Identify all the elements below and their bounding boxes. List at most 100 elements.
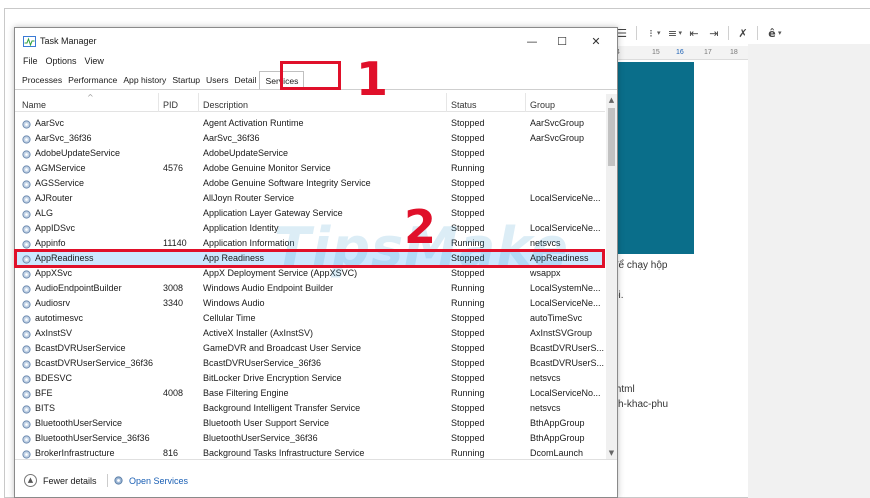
service-gear-icon (22, 270, 31, 279)
title-bar[interactable]: Task Manager — ☐ ✕ (15, 28, 617, 54)
table-row[interactable]: BluetoothUserService_36f36 BluetoothUserS… (15, 432, 605, 447)
table-row[interactable]: AarSvc_36f36 AarSvc_36f36 Stopped AarSvcGro… (15, 132, 605, 147)
services-gear-icon[interactable] (113, 475, 124, 486)
service-gear-icon (22, 330, 31, 339)
service-gear-icon (22, 180, 31, 189)
service-name: AGSService (35, 178, 85, 188)
service-status: Stopped (451, 343, 485, 353)
chevron-down-icon[interactable]: ▾ (657, 29, 661, 37)
scrollbar-thumb[interactable] (608, 108, 615, 166)
service-pid: 3008 (163, 283, 184, 293)
scroll-down-icon[interactable]: ▼ (606, 447, 617, 459)
service-name: AGMService (35, 163, 86, 173)
service-status: Stopped (451, 373, 485, 383)
service-name: AarSvc_36f36 (35, 133, 92, 143)
service-gear-icon (22, 135, 31, 144)
vertical-scrollbar[interactable]: ▲ ▼ (606, 94, 617, 459)
service-gear-icon (22, 420, 31, 429)
table-row[interactable]: AarSvc Agent Activation Runtime Stopped Aar… (15, 117, 605, 132)
chevron-down-icon[interactable]: ▾ (778, 29, 782, 37)
service-group: BthAppGroup (530, 418, 585, 428)
clear-format-icon[interactable]: ✗ (733, 23, 753, 43)
column-header-group[interactable]: Group (530, 100, 555, 110)
tab-details[interactable]: Detail (232, 73, 260, 89)
indent-increase-icon[interactable]: ⇥ (704, 23, 724, 43)
column-divider[interactable] (198, 93, 199, 112)
footer-bar: ▲ Fewer details Open Services (15, 459, 617, 497)
fewer-details-button[interactable]: Fewer details (43, 476, 97, 486)
table-row[interactable]: BcastDVRUserService_36f36 BcastDVRUserSer… (15, 357, 605, 372)
table-row[interactable]: BcastDVRUserService GameDVR and Broadcast… (15, 342, 605, 357)
service-gear-icon (22, 300, 31, 309)
column-header-description[interactable]: Description (203, 100, 248, 110)
scroll-up-icon[interactable]: ▲ (606, 94, 617, 106)
table-row[interactable]: autotimesvc Cellular Time Stopped autoTimeS… (15, 312, 605, 327)
chevron-down-icon[interactable]: ▾ (679, 29, 683, 37)
service-name: BDESVC (35, 373, 73, 383)
service-status: Running (451, 298, 485, 308)
service-group: autoTimeSvc (530, 313, 583, 323)
service-status: Stopped (451, 313, 485, 323)
service-gear-icon (22, 405, 31, 414)
service-gear-icon (22, 210, 31, 219)
table-row[interactable]: BFE 4008 Base Filtering Engine Running Local… (15, 387, 605, 402)
tab-strip: Processes Performance App history Startu… (19, 71, 305, 90)
column-divider[interactable] (446, 93, 447, 112)
service-group: netsvcs (530, 373, 561, 383)
service-gear-icon (22, 120, 31, 129)
service-description: Base Filtering Engine (203, 388, 289, 398)
table-row[interactable]: BluetoothUserService Bluetooth User Suppo… (15, 417, 605, 432)
table-row[interactable]: AGMService 4576 Adobe Genuine Monitor Serv… (15, 162, 605, 177)
table-row[interactable]: BITS Background Intelligent Transfer Serv… (15, 402, 605, 417)
service-name: AarSvc (35, 118, 65, 128)
service-name: AJRouter (35, 193, 73, 203)
menu-view[interactable]: View (85, 56, 104, 70)
column-header-status[interactable]: Status (451, 100, 477, 110)
column-header-pid[interactable]: PID (163, 100, 178, 110)
footer-divider (107, 474, 108, 487)
menu-options[interactable]: Options (46, 56, 77, 70)
tab-performance[interactable]: Performance (65, 73, 120, 89)
service-pid: 4008 (163, 388, 184, 398)
column-divider[interactable] (525, 93, 526, 112)
service-name: BcastDVRUserService (35, 343, 126, 353)
task-manager-icon (23, 36, 36, 47)
column-divider[interactable] (158, 93, 159, 112)
table-row[interactable]: AxInstSV ActiveX Installer (AxInstSV) Stop… (15, 327, 605, 342)
column-header-name[interactable]: Name (22, 100, 46, 110)
service-gear-icon (22, 345, 31, 354)
open-services-link[interactable]: Open Services (129, 476, 188, 486)
background-page-margin (748, 44, 870, 498)
table-row[interactable]: AudioEndpointBuilder 3008 Windows Audio En… (15, 282, 605, 297)
service-gear-icon (22, 165, 31, 174)
service-status: Stopped (451, 133, 485, 143)
tab-users[interactable]: Users (203, 73, 231, 89)
chevron-up-icon[interactable]: ▲ (24, 474, 37, 487)
table-row[interactable]: BDESVC BitLocker Drive Encryption Service… (15, 372, 605, 387)
service-status: Stopped (451, 148, 485, 158)
maximize-button[interactable]: ☐ (547, 32, 577, 50)
tab-processes[interactable]: Processes (19, 73, 65, 89)
close-button[interactable]: ✕ (581, 32, 611, 50)
minimize-button[interactable]: — (517, 32, 547, 50)
table-row[interactable]: AdobeUpdateService AdobeUpdateService Stop… (15, 147, 605, 162)
menu-file[interactable]: File (23, 56, 38, 70)
service-status: Running (451, 163, 485, 173)
service-description: BcastDVRUserService_36f36 (203, 358, 322, 368)
service-group: netsvcs (530, 403, 561, 413)
background-ruler-labels: 4 15 16 17 18 (612, 46, 870, 60)
tab-startup[interactable]: Startup (169, 73, 203, 89)
service-pid: 816 (163, 448, 179, 458)
background-toolbar: ☰ ⁝ ▾ ≡ ▾ ⇤ ⇥ ✗ ê ▾ (612, 22, 870, 44)
background-doc-text: ch-khac-phu (613, 399, 669, 410)
service-name: BcastDVRUserService_36f36 (35, 358, 154, 368)
table-row[interactable]: Audiosrv 3340 Windows Audio Running LocalSer… (15, 297, 605, 312)
table-row[interactable]: AJRouter AllJoyn Router Service Stopped Loc… (15, 192, 605, 207)
service-description: AarSvc_36f36 (203, 133, 260, 143)
service-description: Adobe Genuine Monitor Service (203, 163, 331, 173)
service-gear-icon (22, 150, 31, 159)
indent-decrease-icon[interactable]: ⇤ (684, 23, 704, 43)
table-row[interactable]: AGSService Adobe Genuine Software Integri… (15, 177, 605, 192)
tab-app-history[interactable]: App history (120, 73, 169, 89)
service-group: AarSvcGroup (530, 133, 585, 143)
